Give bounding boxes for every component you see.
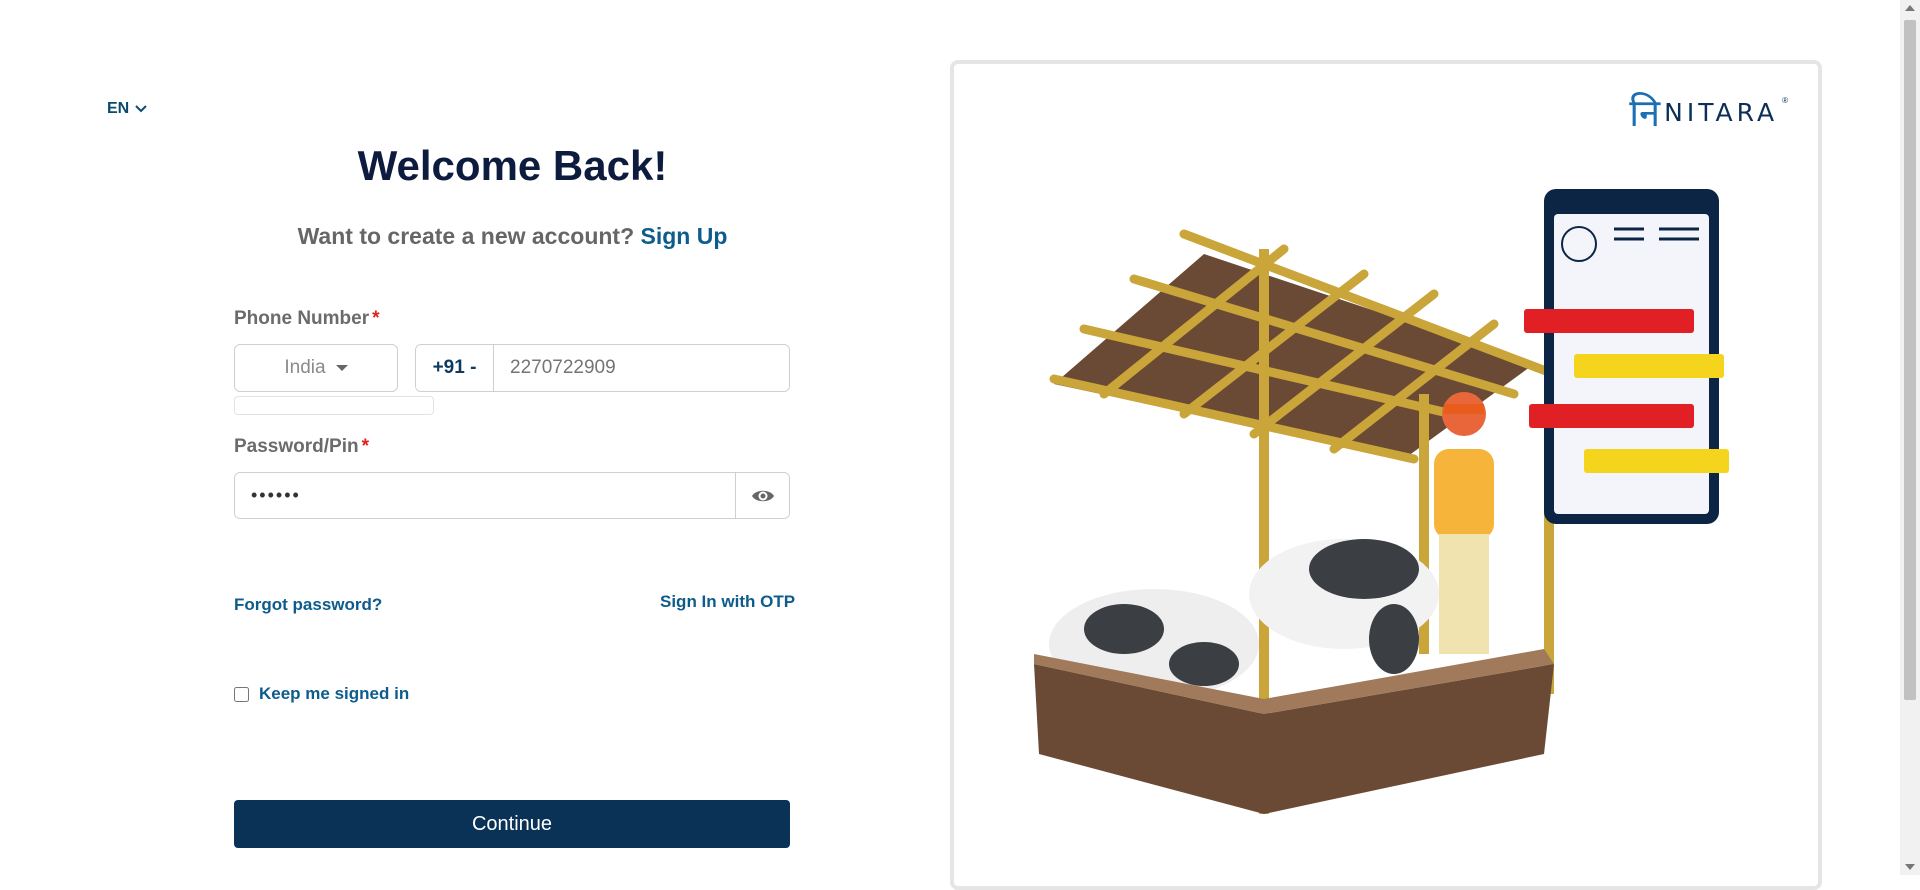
page-title: Welcome Back! xyxy=(357,142,668,189)
illustration-panel: नि NITARA ® xyxy=(950,60,1822,890)
scroll-up-arrow-icon[interactable] xyxy=(1905,5,1915,11)
forgot-password-link[interactable]: Forgot password? xyxy=(234,595,382,615)
keep-signed-in-checkbox[interactable] xyxy=(234,686,249,702)
signup-prompt: Want to create a new account? Sign Up xyxy=(233,223,792,250)
country-value: India xyxy=(284,357,326,378)
keep-signed-in-label: Keep me signed in xyxy=(259,684,410,703)
scroll-down-arrow-icon[interactable] xyxy=(1905,864,1915,870)
phone-number-input[interactable] xyxy=(494,345,789,391)
country-select[interactable]: India xyxy=(234,344,398,392)
language-selector[interactable]: EN xyxy=(107,100,147,118)
signup-prompt-text: Want to create a new account? xyxy=(297,223,635,249)
signup-link[interactable]: Sign Up xyxy=(641,223,728,249)
eye-icon xyxy=(751,490,774,501)
toggle-password-visibility-button[interactable] xyxy=(735,473,789,518)
password-input[interactable] xyxy=(235,473,735,518)
phone-number-label: Phone Number * xyxy=(234,308,380,330)
phone-label-text: Phone Number xyxy=(234,308,370,329)
sign-in-with-otp-link[interactable]: Sign In with OTP xyxy=(660,592,795,612)
dial-code: +91 - xyxy=(416,345,494,391)
chevron-down-icon xyxy=(135,105,147,113)
keep-signed-in[interactable]: Keep me signed in xyxy=(234,684,409,704)
language-code: EN xyxy=(107,100,130,117)
required-marker: * xyxy=(372,308,380,329)
scrollbar-thumb[interactable] xyxy=(1904,20,1916,700)
caret-down-icon xyxy=(335,365,348,371)
country-dropdown-hint xyxy=(234,396,434,415)
dairy-farmer-illustration xyxy=(1034,189,1729,814)
continue-button[interactable]: Continue xyxy=(234,800,790,848)
phone-input-group: +91 - xyxy=(415,344,790,392)
password-label: Password/Pin * xyxy=(234,436,369,458)
vertical-scrollbar[interactable] xyxy=(1900,0,1920,875)
password-label-text: Password/Pin xyxy=(234,436,359,457)
required-marker: * xyxy=(361,436,370,457)
password-input-group xyxy=(234,472,790,519)
